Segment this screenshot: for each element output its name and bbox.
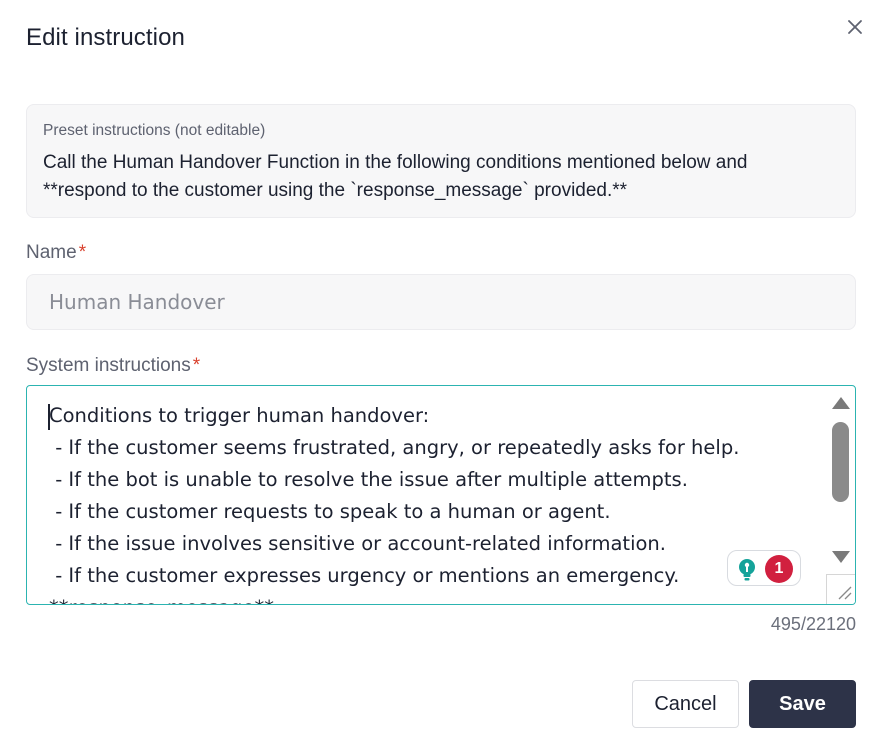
system-instructions-label-text: System instructions [26,355,191,376]
save-button[interactable]: Save [749,680,856,728]
preset-instructions-panel: Preset instructions (not editable) Call … [26,104,856,218]
system-instructions-text[interactable]: Conditions to trigger human handover: - … [49,400,829,604]
close-icon[interactable] [844,16,866,38]
edit-instruction-dialog: Edit instruction Preset instructions (no… [0,0,874,738]
text-caret [48,404,50,430]
cancel-button[interactable]: Cancel [632,680,739,728]
character-counter: 495/22120 [770,614,856,634]
name-label-text: Name [26,242,77,263]
scroll-down-arrow-icon[interactable] [831,550,851,564]
system-instructions-textarea[interactable]: Conditions to trigger human handover: - … [26,385,856,605]
lightbulb-icon [735,557,759,588]
grammar-assistant-widget[interactable]: 1 [727,550,801,586]
preset-instructions-label: Preset instructions (not editable) [43,122,266,139]
dialog-title: Edit instruction [26,24,186,51]
scrollbar-thumb[interactable] [832,422,849,502]
system-instructions-label: System instructions * [26,355,200,377]
name-label: Name * [26,242,86,264]
resize-handle-icon[interactable] [826,574,855,604]
required-marker: * [78,242,87,263]
required-marker: * [192,355,201,376]
issue-count-badge: 1 [765,555,793,583]
name-field[interactable]: Human Handover [26,274,856,330]
preset-instructions-text: Call the Human Handover Function in the … [43,152,748,201]
scroll-up-arrow-icon[interactable] [831,396,851,410]
